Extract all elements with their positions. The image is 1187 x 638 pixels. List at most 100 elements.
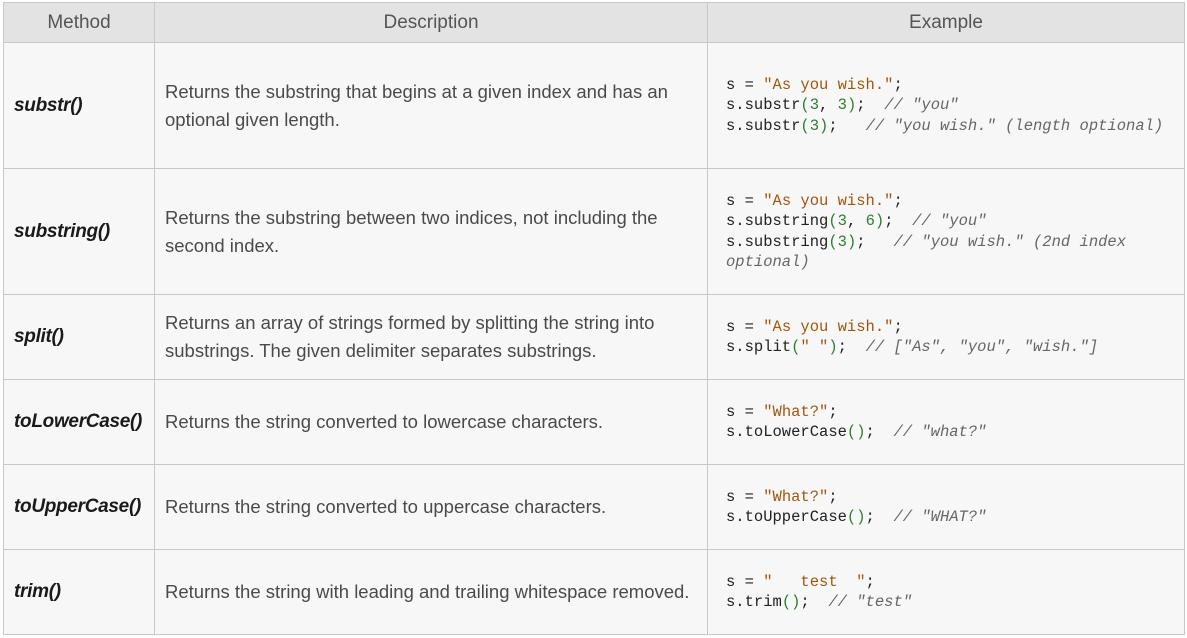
code-line: s.substr(3, 3); // "you" <box>726 95 1184 116</box>
code-string: " test " <box>763 572 866 591</box>
header-description: Description <box>154 2 708 43</box>
code-example: s = "What?"; s.toLowerCase(); // "what?" <box>707 379 1185 465</box>
method-name: toLowerCase() <box>3 379 155 465</box>
code-token: ; <box>893 75 903 94</box>
table-row-trim: trim() Returns the string with leading a… <box>3 549 1185 635</box>
code-string: "As you wish." <box>763 191 894 210</box>
code-comment: // "you" <box>884 96 959 115</box>
code-token: ; <box>884 212 913 230</box>
code-line: s = " test "; <box>726 572 1184 593</box>
code-token: ) <box>874 212 885 230</box>
code-comment: // "what?" <box>893 423 987 441</box>
header-example: Example <box>707 2 1185 43</box>
table-row-touppercase: toUpperCase() Returns the string convert… <box>3 464 1185 550</box>
code-token: ) <box>846 96 857 115</box>
code-token: s.substr <box>726 116 801 135</box>
header-row: Method Description Example <box>3 2 1185 43</box>
code-comment: // "you" <box>912 212 987 230</box>
code-line: s.split(" "); // ["As", "you", "wish."] <box>726 337 1184 358</box>
code-example: s = "As you wish."; s.split(" "); // ["As… <box>707 294 1185 380</box>
method-name: toUpperCase() <box>3 464 155 550</box>
code-number: 6 <box>865 212 875 230</box>
code-token: s.toUpperCase <box>726 508 847 526</box>
code-token: ; <box>893 191 903 210</box>
code-line: s.substr(3); // "you wish." (length opti… <box>726 116 1184 137</box>
code-number: 3 <box>837 96 847 115</box>
code-token: s = <box>726 75 764 94</box>
code-token: s.trim <box>726 593 782 611</box>
code-line: s.substring(3, 6); // "you" <box>726 211 1184 232</box>
code-token: ; <box>856 96 885 115</box>
code-line: s.toLowerCase(); // "what?" <box>726 422 1184 443</box>
code-example: s = " test "; s.trim(); // "test" <box>707 549 1185 635</box>
code-example: s = "As you wish."; s.substr(3, 3); // "y… <box>707 42 1185 169</box>
code-token: ; <box>893 317 903 336</box>
code-token: ; <box>828 116 866 135</box>
string-methods-table: Method Description Example substr() Retu… <box>3 2 1185 635</box>
code-token: s.toLowerCase <box>726 423 847 441</box>
code-token: ( <box>800 116 810 135</box>
code-token: ) <box>819 116 829 135</box>
code-example: s = "What?"; s.toUpperCase(); // "WHAT?" <box>707 464 1185 550</box>
code-line: s = "What?"; <box>726 402 1184 423</box>
code-number: 3 <box>809 96 820 115</box>
method-description: Returns the string with leading and trai… <box>154 549 708 635</box>
code-string: " " <box>800 338 829 356</box>
method-description: Returns the substring that begins at a g… <box>154 42 708 169</box>
code-comment: // ["As", "you", "wish."] <box>865 338 1099 356</box>
header-method: Method <box>3 2 155 43</box>
code-token: ; <box>865 508 894 526</box>
table-row-substring: substring() Returns the substring betwee… <box>3 168 1185 295</box>
method-description: Returns the substring between two indice… <box>154 168 708 295</box>
method-name: substring() <box>3 168 155 295</box>
code-token: ( <box>828 212 838 230</box>
method-description: Returns an array of strings formed by sp… <box>154 294 708 380</box>
code-token: ; <box>865 572 875 591</box>
code-token: () <box>846 508 866 526</box>
code-comment: // "you wish." (length optional) <box>865 116 1164 135</box>
code-line: s.toUpperCase(); // "WHAT?" <box>726 507 1184 528</box>
code-example: s = "As you wish."; s.substring(3, 6); //… <box>707 168 1185 295</box>
code-string: "As you wish." <box>763 75 894 94</box>
code-token: s.split <box>726 338 792 356</box>
table-row-tolowercase: toLowerCase() Returns the string convert… <box>3 379 1185 465</box>
code-token: , <box>846 212 866 230</box>
code-token: s = <box>726 191 764 210</box>
code-number: 3 <box>809 116 820 135</box>
code-token: s = <box>726 487 764 506</box>
code-token: s = <box>726 402 764 421</box>
code-line: s = "As you wish."; <box>726 75 1184 96</box>
code-line: s.substring(3); // "you wish." (2nd inde… <box>726 232 1184 273</box>
code-token: ; <box>865 423 894 441</box>
code-comment: // "WHAT?" <box>893 508 987 526</box>
code-line: s = "As you wish."; <box>726 191 1184 212</box>
code-token: , <box>819 96 838 115</box>
method-description: Returns the string converted to uppercas… <box>154 464 708 550</box>
code-string: "What?" <box>763 487 829 506</box>
code-token: ; <box>856 232 894 251</box>
method-name: split() <box>3 294 155 380</box>
code-token: ( <box>828 232 838 251</box>
code-token: s = <box>726 317 764 336</box>
code-token: ) <box>828 338 838 356</box>
code-token: () <box>846 423 866 441</box>
code-number: 3 <box>837 232 847 251</box>
method-name: substr() <box>3 42 155 169</box>
code-token: ; <box>800 593 829 611</box>
code-string: "As you wish." <box>763 317 894 336</box>
code-line: s.trim(); // "test" <box>726 592 1184 613</box>
code-line: s = "As you wish."; <box>726 317 1184 338</box>
code-string: "What?" <box>763 402 829 421</box>
code-token: ; <box>828 402 838 421</box>
code-token: s = <box>726 572 764 591</box>
table-row-substr: substr() Returns the substring that begi… <box>3 42 1185 169</box>
code-token: () <box>781 593 801 611</box>
code-token: ( <box>800 96 810 115</box>
code-token: s.substring <box>726 232 829 251</box>
code-token: s.substring <box>726 212 829 230</box>
code-line: s = "What?"; <box>726 487 1184 508</box>
code-token: ; <box>837 338 866 356</box>
code-comment: // "test" <box>828 593 913 611</box>
code-number: 3 <box>837 212 847 230</box>
code-token: ; <box>828 487 838 506</box>
